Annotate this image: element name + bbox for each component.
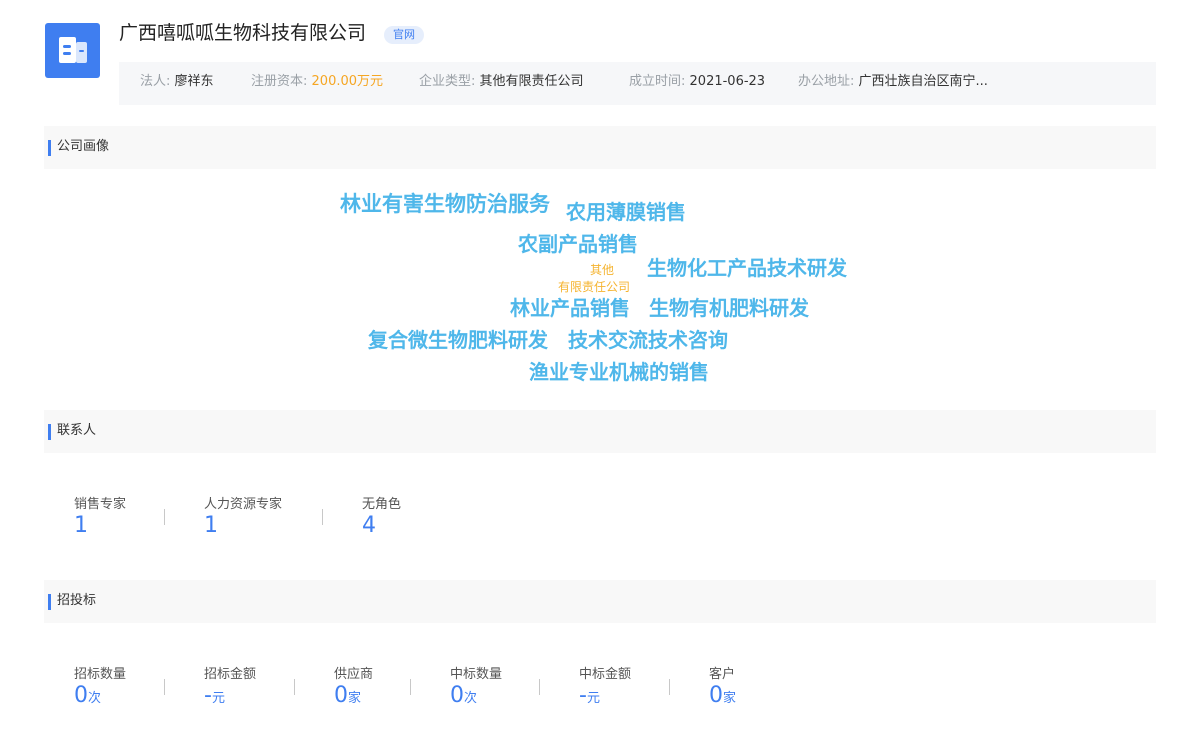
date-value: 2021-06-23 [689,74,766,89]
type-value: 其他有限责任公司 [479,74,584,89]
bid-stat-count[interactable]: 招标数量 0次 [74,663,126,708]
stat-value: 4 [362,513,376,538]
cloud-word: 复合微生物肥料研发 [368,328,548,352]
stat-label: 客户 [709,667,736,682]
company-type: 企业类型: 其他有限责任公司 [419,62,584,105]
stat-value: - [204,683,212,708]
bid-stat-amount[interactable]: 招标金额 -元 [204,663,256,708]
address-value: 广西壮族自治区南宁... [858,74,988,89]
stat-unit: 家 [348,691,362,706]
stat-label: 招标数量 [74,667,127,682]
stat-value: 0 [709,683,723,708]
stat-value: 1 [74,513,88,538]
section-bidding-header: 招投标 [44,580,1156,623]
building-icon [59,37,87,63]
capital-label: 注册资本: [251,74,308,89]
bid-stat-suppliers[interactable]: 供应商 0家 [334,663,373,708]
section-portrait-header: 公司画像 [44,126,1156,169]
stat-label: 供应商 [334,667,374,682]
section-contacts-header: 联系人 [44,410,1156,453]
cloud-word: 农副产品销售 [518,232,638,256]
address-label: 办公地址: [798,74,855,89]
stat-label: 销售专家 [74,497,127,512]
section-accent [48,594,51,610]
company-info-bar: 法人: 廖祥东 注册资本: 200.00万元 企业类型: 其他有限责任公司 成立… [119,62,1156,105]
stat-label: 招标金额 [204,667,257,682]
cloud-word: 技术交流技术咨询 [568,328,728,352]
contact-stat-hr[interactable]: 人力资源专家 1 [204,493,282,538]
section-title: 招投标 [57,593,97,608]
contact-stat-no-role[interactable]: 无角色 4 [362,493,401,538]
stat-divider [164,679,165,695]
type-label: 企业类型: [419,74,476,89]
stat-value: 1 [204,513,218,538]
cloud-word: 林业产品销售 [510,296,630,320]
stat-divider [322,509,323,525]
stat-divider [539,679,540,695]
section-title: 联系人 [57,423,97,438]
bid-stat-won-amount[interactable]: 中标金额 -元 [579,663,631,708]
section-title: 公司画像 [57,139,110,154]
official-site-badge[interactable]: 官网 [384,26,424,44]
stat-value: 0 [334,683,348,708]
cloud-word: 渔业专业机械的销售 [529,360,709,384]
legal-rep: 法人: 廖祥东 [140,62,214,105]
office-address: 办公地址: 广西壮族自治区南宁... [798,62,988,105]
section-accent [48,424,51,440]
cloud-word: 其他 [590,263,615,277]
stat-divider [294,679,295,695]
stat-unit: 元 [211,691,225,706]
stat-divider [669,679,670,695]
stat-unit: 家 [723,691,737,706]
cloud-word: 生物有机肥料研发 [649,296,809,320]
stat-unit: 次 [88,691,102,706]
cloud-word: 林业有害生物防治服务 [340,192,550,216]
company-logo [45,23,100,78]
cloud-word: 生物化工产品技术研发 [647,256,847,280]
contact-stat-sales[interactable]: 销售专家 1 [74,493,126,538]
legal-rep-value: 廖祥东 [174,74,214,89]
founded-date: 成立时间: 2021-06-23 [629,62,765,105]
stat-unit: 元 [586,691,600,706]
legal-rep-label: 法人: [140,74,171,89]
stat-value: 0 [74,683,88,708]
stat-label: 无角色 [362,497,402,512]
stat-label: 中标金额 [579,667,632,682]
stat-label: 人力资源专家 [204,497,283,512]
capital-value: 200.00万元 [311,74,384,89]
bid-stat-won-count[interactable]: 中标数量 0次 [450,663,502,708]
stat-value: 0 [450,683,464,708]
stat-divider [164,509,165,525]
stat-label: 中标数量 [450,667,503,682]
registered-capital: 注册资本: 200.00万元 [251,62,383,105]
cloud-word: 有限责任公司 [558,280,631,294]
date-label: 成立时间: [629,74,686,89]
stat-divider [410,679,411,695]
bid-stat-customers[interactable]: 客户 0家 [709,663,736,708]
stat-unit: 次 [464,691,478,706]
section-accent [48,140,51,156]
company-name: 广西嘻呱呱生物科技有限公司 [119,22,367,44]
stat-value: - [579,683,587,708]
cloud-word: 农用薄膜销售 [566,200,686,224]
